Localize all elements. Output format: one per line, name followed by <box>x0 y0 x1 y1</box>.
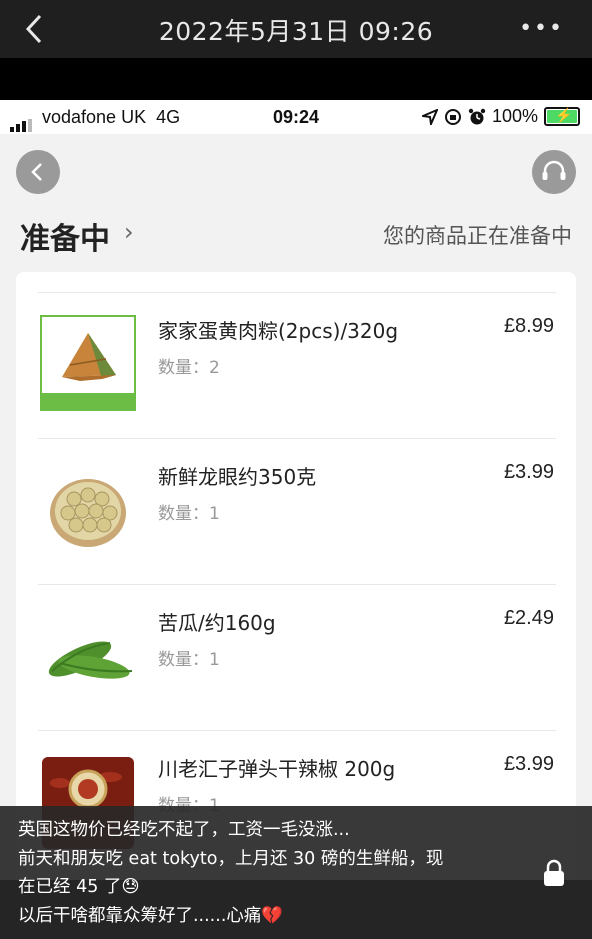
item-price: £2.49 <box>503 607 554 629</box>
viewer-spacer <box>0 58 592 100</box>
battery-percent: 100% <box>491 106 538 126</box>
order-status-description: 您的商品正在准备中 <box>383 224 572 248</box>
status-indicators: 100% ⚡ <box>421 106 580 127</box>
chevron-left-icon <box>31 163 42 181</box>
post-caption: 英国这物价已经吃不起了，工资一毛没涨... 前天和朋友吃 eat tokyto，… <box>0 806 592 939</box>
caption-line: 英国这物价已经吃不起了，工资一毛没涨... <box>18 820 350 840</box>
item-price: £3.99 <box>503 753 554 775</box>
headset-icon <box>542 160 566 180</box>
location-icon <box>421 108 438 125</box>
zongzi-image <box>40 315 136 411</box>
more-options-icon[interactable]: ••• <box>519 16 564 41</box>
chevron-right-icon[interactable]: › <box>124 218 134 246</box>
back-button[interactable] <box>16 150 60 194</box>
item-name: 家家蛋黄肉粽(2pcs)/320g <box>158 319 399 343</box>
item-name: 川老汇子弹头干辣椒 200g <box>158 757 396 781</box>
item-name: 苦瓜/约160g <box>158 611 276 635</box>
caption-line: 前天和朋友吃 eat tokyto，上月还 30 磅的生鲜船，现 <box>18 848 444 869</box>
customer-service-button[interactable] <box>532 150 576 194</box>
order-status-title[interactable]: 准备中 <box>20 214 110 258</box>
phone-screenshot: vodafone UK 4G 09:24 100% ⚡ 准备中 › 您的商品正在… <box>0 100 592 880</box>
alarm-icon <box>468 108 486 124</box>
item-price: £8.99 <box>503 315 554 337</box>
order-item[interactable]: 苦瓜/约160g 数量：1 £2.49 <box>38 584 556 731</box>
item-name: 新鲜龙眼约350克 <box>158 465 317 489</box>
rotation-lock-icon <box>444 108 461 125</box>
caption-line: 在已经 45 了😓 <box>18 877 140 897</box>
item-quantity: 数量：2 <box>158 358 220 378</box>
order-item[interactable]: 新鲜龙眼约350克 数量：1 £3.99 <box>38 438 556 585</box>
item-quantity: 数量：1 <box>158 650 220 670</box>
caption-text: 英国这物价已经吃不起了，工资一毛没涨... 前天和朋友吃 eat tokyto，… <box>18 816 443 930</box>
item-price: £3.99 <box>503 461 554 483</box>
viewer-top-bar: 2022年5月31日 09:26 ••• <box>0 0 592 58</box>
caption-line: 以后干啥都靠众筹好了......心痛💔 <box>18 905 284 926</box>
order-header: 准备中 › 您的商品正在准备中 <box>0 134 592 294</box>
viewer-date-title: 2022年5月31日 09:26 <box>158 17 434 46</box>
order-item[interactable]: 家家蛋黄肉粽(2pcs)/320g 数量：2 £8.99 <box>38 292 556 439</box>
bitter-melon-image <box>48 641 133 679</box>
lock-icon[interactable] <box>542 858 566 888</box>
item-quantity: 数量：1 <box>158 504 220 524</box>
status-bar: vodafone UK 4G 09:24 100% ⚡ <box>0 100 592 134</box>
order-items-card: 家家蛋黄肉粽(2pcs)/320g 数量：2 £8.99 新鲜龙眼约350克 数… <box>16 272 576 880</box>
battery-charging-icon: ⚡ <box>544 107 580 126</box>
longan-image <box>50 479 126 547</box>
